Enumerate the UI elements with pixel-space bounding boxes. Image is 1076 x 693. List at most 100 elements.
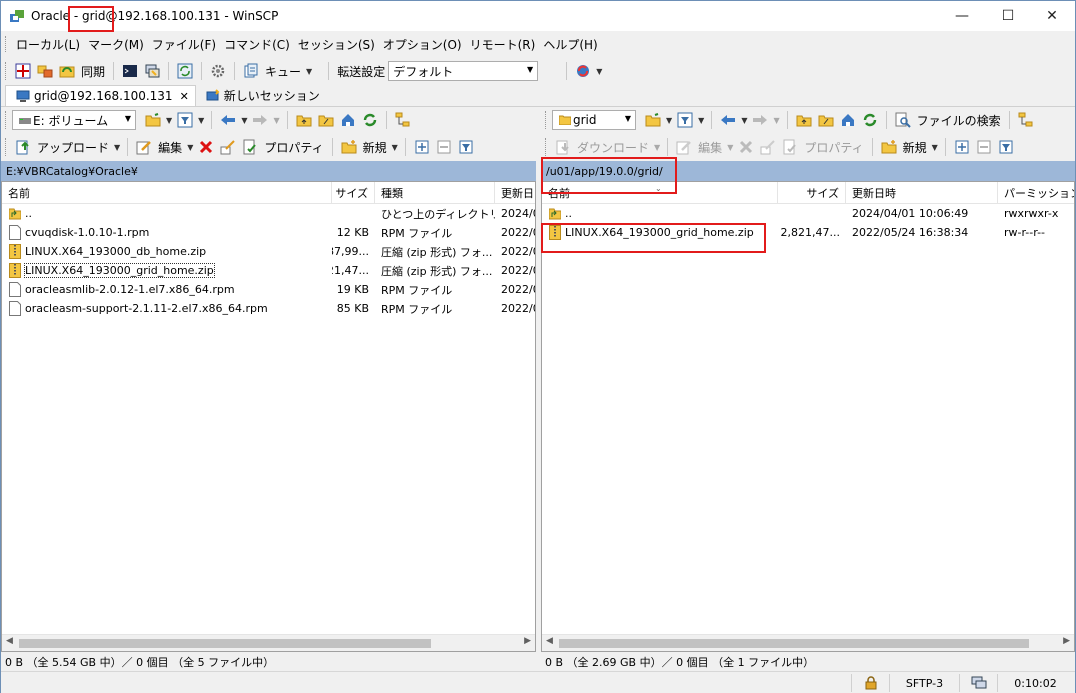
tree-view-icon[interactable] [394, 111, 412, 129]
local-horizontal-scrollbar[interactable]: ◀ ▶ [2, 634, 535, 651]
chevron-down-icon[interactable]: ▼ [741, 116, 747, 125]
properties-icon[interactable] [781, 138, 799, 156]
console-icon[interactable] [121, 62, 139, 80]
chevron-down-icon[interactable]: ▼ [114, 143, 120, 152]
filter-icon[interactable] [676, 111, 694, 129]
open-folder-icon[interactable] [144, 111, 162, 129]
open-folder-icon[interactable] [644, 111, 662, 129]
edit-icon[interactable] [675, 138, 693, 156]
tab-new-session[interactable]: 新しいセッション [196, 85, 326, 106]
putty-icon[interactable] [143, 62, 161, 80]
forward-arrow-icon[interactable] [251, 111, 269, 129]
refresh-workspace-icon[interactable] [176, 62, 194, 80]
tree-view-icon[interactable] [1017, 111, 1035, 129]
select-all-icon[interactable] [953, 138, 971, 156]
local-path-bar[interactable]: E:¥VBRCatalog¥Oracle¥ [1, 161, 536, 181]
chevron-down-icon[interactable]: ▼ [596, 67, 602, 76]
column-size[interactable]: サイズ [332, 182, 375, 204]
queue-icon[interactable] [242, 62, 260, 80]
menu-remote[interactable]: リモート(R) [466, 36, 540, 53]
parent-directory-icon[interactable] [795, 111, 813, 129]
scroll-right-icon[interactable]: ▶ [1063, 636, 1070, 646]
unselect-all-icon[interactable] [975, 138, 993, 156]
table-row[interactable]: oracleasmlib-2.0.12-1.el7.x86_64.rpm 19 K… [2, 280, 535, 299]
edit-icon[interactable] [135, 138, 153, 156]
table-row[interactable]: LINUX.X64_193000_db_home.zip 2,987,99... 圧… [2, 242, 535, 261]
close-button[interactable]: ✕ [1029, 1, 1075, 31]
column-name[interactable]: 名前 ⌃ [2, 182, 332, 204]
table-row[interactable]: LINUX.X64_193000_grid_home.zip 2,821,47..… [2, 261, 535, 280]
local-file-list[interactable]: 名前 ⌃ サイズ 種類 更新日 .. ひとつ上のディレクトリ 2024/0 cvuqdi… [1, 181, 536, 652]
filter-icon[interactable] [176, 111, 194, 129]
delete-icon[interactable] [197, 138, 215, 156]
chevron-down-icon[interactable]: ▼ [187, 143, 193, 152]
properties-label[interactable]: プロパティ [264, 139, 323, 156]
back-arrow-icon[interactable] [719, 111, 737, 129]
edit-label[interactable]: 編集 [698, 139, 722, 156]
scroll-left-icon[interactable]: ◀ [6, 636, 13, 646]
scroll-left-icon[interactable]: ◀ [546, 636, 553, 646]
reconnect-icon[interactable] [574, 62, 592, 80]
find-files-label[interactable]: ファイルの検索 [917, 112, 1001, 129]
scroll-right-icon[interactable]: ▶ [524, 636, 531, 646]
column-date[interactable]: 更新日時 [846, 182, 998, 204]
transfer-preset-select[interactable]: デフォルト ▼ [388, 61, 539, 81]
unselect-all-icon[interactable] [435, 138, 453, 156]
gear-icon[interactable] [209, 62, 227, 80]
column-name[interactable]: 名前 ⌄ [542, 182, 778, 204]
synchronize-browsing-icon[interactable] [36, 62, 54, 80]
delete-icon[interactable] [737, 138, 755, 156]
new-label[interactable]: 新規 [903, 139, 927, 156]
chevron-down-icon[interactable]: ▼ [698, 116, 704, 125]
chevron-down-icon[interactable]: ▼ [306, 67, 312, 76]
rename-icon[interactable] [219, 138, 237, 156]
properties-label[interactable]: プロパティ [804, 139, 863, 156]
chevron-down-icon[interactable]: ▼ [654, 143, 660, 152]
chevron-down-icon[interactable]: ▼ [166, 116, 172, 125]
remote-dir-select[interactable]: grid ▼ [552, 110, 636, 130]
table-row[interactable]: oracleasm-support-2.1.11-2.el7.x86_64.rp… [2, 299, 535, 318]
home-icon[interactable] [839, 111, 857, 129]
synchronize-label[interactable]: 同期 [81, 63, 105, 80]
back-arrow-icon[interactable] [219, 111, 237, 129]
home-icon[interactable] [339, 111, 357, 129]
synchronize-icon[interactable] [58, 62, 76, 80]
filter-select-icon[interactable] [997, 138, 1015, 156]
table-row[interactable]: LINUX.X64_193000_grid_home.zip 2,821,47..… [542, 223, 1074, 242]
select-all-icon[interactable] [413, 138, 431, 156]
scroll-thumb[interactable] [559, 639, 1029, 648]
refresh-icon[interactable] [361, 111, 379, 129]
column-date[interactable]: 更新日 [495, 182, 535, 204]
chevron-down-icon[interactable]: ▼ [273, 116, 279, 125]
filter-select-icon[interactable] [457, 138, 475, 156]
column-type[interactable]: 種類 [375, 182, 495, 204]
refresh-icon[interactable] [861, 111, 879, 129]
download-label[interactable]: ダウンロード [577, 139, 649, 156]
scroll-thumb[interactable] [19, 639, 431, 648]
table-row[interactable]: cvuqdisk-1.0.10-1.rpm 12 KB RPM ファイル 2022/0 [2, 223, 535, 242]
chevron-down-icon[interactable]: ▼ [198, 116, 204, 125]
chevron-down-icon[interactable]: ▼ [666, 116, 672, 125]
new-label[interactable]: 新規 [363, 139, 387, 156]
minimize-button[interactable]: — [939, 1, 985, 31]
chevron-down-icon[interactable]: ▼ [727, 143, 733, 152]
rename-icon[interactable] [759, 138, 777, 156]
close-icon[interactable]: ✕ [180, 90, 189, 103]
chevron-down-icon[interactable]: ▼ [241, 116, 247, 125]
menu-help[interactable]: ヘルプ(H) [539, 36, 601, 53]
menu-file[interactable]: ファイル(F) [148, 36, 220, 53]
properties-icon[interactable] [241, 138, 259, 156]
remote-horizontal-scrollbar[interactable]: ◀ ▶ [542, 634, 1074, 651]
queue-label[interactable]: キュー [265, 63, 301, 80]
tab-session[interactable]: grid@192.168.100.131 ✕ [5, 85, 196, 106]
column-permissions[interactable]: パーミッション [998, 182, 1074, 204]
menu-session[interactable]: セッション(S) [294, 36, 379, 53]
table-row[interactable]: .. ひとつ上のディレクトリ 2024/0 [2, 204, 535, 223]
maximize-button[interactable]: ☐ [985, 1, 1031, 31]
new-folder-icon[interactable] [340, 138, 358, 156]
menu-options[interactable]: オプション(O) [379, 36, 466, 53]
chevron-down-icon[interactable]: ▼ [773, 116, 779, 125]
menu-command[interactable]: コマンド(C) [220, 36, 294, 53]
remote-file-list[interactable]: 名前 ⌄ サイズ 更新日時 パーミッション .. 2024/04/01 10:06:… [541, 181, 1075, 652]
compare-directories-icon[interactable] [14, 62, 32, 80]
